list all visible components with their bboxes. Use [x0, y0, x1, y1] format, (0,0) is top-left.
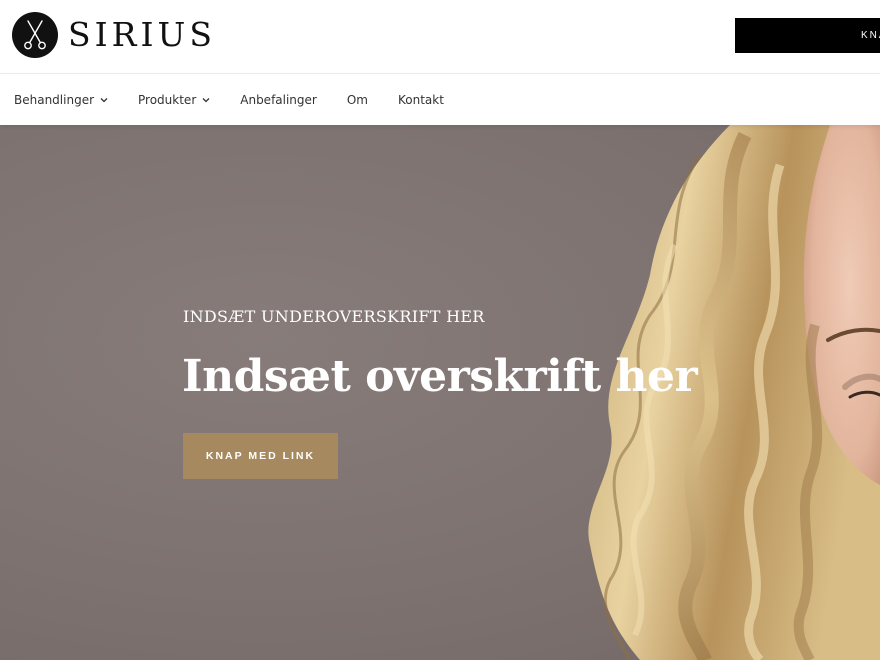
nav-item-label: Behandlinger [14, 92, 95, 107]
hero-title: Indsæt overskrift her [182, 351, 698, 402]
nav-item-kontakt[interactable]: Kontakt [398, 93, 444, 107]
hero-cta-button[interactable]: KNAP MED LINK [183, 433, 338, 479]
nav-item-label: Anbefalinger [240, 92, 317, 107]
site-header: SIRIUS KNAP MED LINK [0, 0, 880, 74]
header-cta-button[interactable]: KNAP MED LINK [735, 18, 880, 53]
brand-name: SIRIUS [68, 15, 216, 54]
nav-item-om[interactable]: Om [347, 93, 368, 107]
main-navigation: Behandlinger Produkter Anbefalinger Om K… [0, 74, 880, 125]
nav-item-anbefalinger[interactable]: Anbefalinger [240, 93, 317, 107]
chevron-down-icon [202, 96, 210, 104]
hero-subtitle: INDSÆT UNDEROVERSKRIFT HER [183, 307, 485, 326]
nav-item-label: Om [346, 92, 368, 107]
nav-item-label: Produkter [138, 92, 197, 107]
hero-section: INDSÆT UNDEROVERSKRIFT HER Indsæt oversk… [0, 125, 880, 660]
nav-item-behandlinger[interactable]: Behandlinger [14, 93, 108, 107]
nav-item-label: Kontakt [398, 92, 444, 107]
nav-item-produkter[interactable]: Produkter [138, 93, 210, 107]
site-logo[interactable]: SIRIUS [12, 12, 216, 58]
scissors-icon [12, 12, 58, 58]
chevron-down-icon [100, 96, 108, 104]
